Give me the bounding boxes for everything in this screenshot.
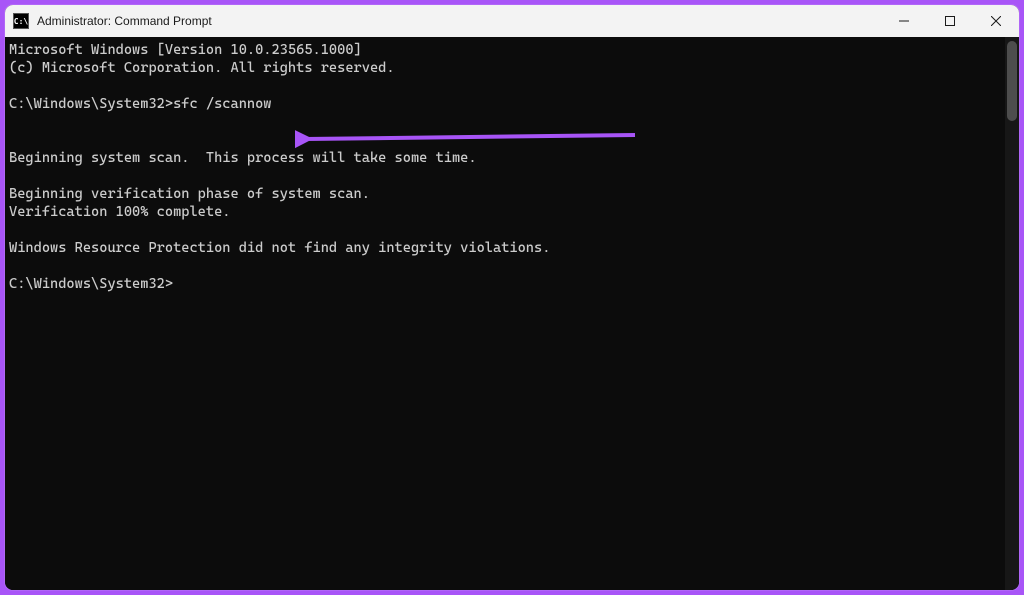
scrollbar-track[interactable]	[1005, 37, 1019, 590]
scrollbar-thumb[interactable]	[1007, 41, 1017, 121]
terminal-output: Microsoft Windows [Version 10.0.23565.10…	[9, 41, 1019, 293]
terminal-line: Microsoft Windows [Version 10.0.23565.10…	[9, 41, 1019, 59]
terminal-line	[9, 131, 1019, 149]
terminal-line: C:\Windows\System32>sfc /scannow	[9, 95, 1019, 113]
terminal-line: Windows Resource Protection did not find…	[9, 239, 1019, 257]
terminal-line	[9, 167, 1019, 185]
terminal-line	[9, 77, 1019, 95]
close-button[interactable]	[973, 5, 1019, 37]
titlebar-left: C:\ Administrator: Command Prompt	[13, 13, 212, 29]
terminal-line	[9, 257, 1019, 275]
terminal-line	[9, 113, 1019, 131]
command-prompt-window: C:\ Administrator: Command Prompt Micros…	[5, 5, 1019, 590]
terminal-line: Beginning system scan. This process will…	[9, 149, 1019, 167]
window-controls	[881, 5, 1019, 37]
terminal-area[interactable]: Microsoft Windows [Version 10.0.23565.10…	[5, 37, 1019, 590]
maximize-button[interactable]	[927, 5, 973, 37]
terminal-line: (c) Microsoft Corporation. All rights re…	[9, 59, 1019, 77]
terminal-line: Beginning verification phase of system s…	[9, 185, 1019, 203]
titlebar[interactable]: C:\ Administrator: Command Prompt	[5, 5, 1019, 37]
minimize-button[interactable]	[881, 5, 927, 37]
terminal-line	[9, 221, 1019, 239]
cmd-icon: C:\	[13, 13, 29, 29]
terminal-line: C:\Windows\System32>	[9, 275, 1019, 293]
terminal-line: Verification 100% complete.	[9, 203, 1019, 221]
window-title: Administrator: Command Prompt	[37, 14, 212, 28]
